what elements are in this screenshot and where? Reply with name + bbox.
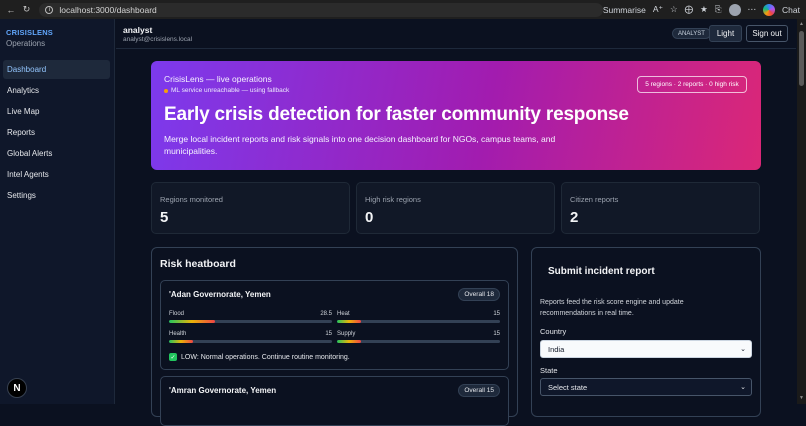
scroll-thumb[interactable] <box>799 31 804 86</box>
region-card[interactable]: 'Adan Governorate, Yemen Overall 18 Floo… <box>160 280 509 370</box>
stat-label: Citizen reports <box>570 195 619 204</box>
user-name: analyst <box>123 25 153 35</box>
metric-bar-fill <box>337 340 362 343</box>
stat-card-citizen-reports: Citizen reports 2 <box>561 182 760 234</box>
hero-summary-badge: 5 regions · 2 reports · 0 high risk <box>637 76 747 93</box>
risk-status-text: LOW: Normal operations. Continue routine… <box>181 353 350 361</box>
top-bar: analyst analyst@crisislens.local ANALYST… <box>116 19 796 49</box>
overall-score-badge: Overall 15 <box>458 384 500 397</box>
profile-avatar[interactable] <box>728 3 741 16</box>
state-select[interactable]: Select state ⌄ <box>540 378 752 396</box>
stat-value: 0 <box>365 209 374 226</box>
brand: CRISISLENS Operations <box>6 28 53 48</box>
back-arrow-icon[interactable]: ← <box>6 5 16 15</box>
scroll-down-icon[interactable]: ▼ <box>799 395 804 401</box>
sidebar-item-analytics[interactable]: Analytics <box>3 81 110 100</box>
country-label: Country <box>540 327 567 336</box>
sidebar-item-settings[interactable]: Settings <box>3 186 110 205</box>
url-text: localhost:3000/dashboard <box>59 4 157 15</box>
summarise-button[interactable]: Summarise <box>603 5 646 15</box>
hero-kicker: CrisisLens — live operations <box>164 74 272 84</box>
country-select-value: India <box>548 344 565 354</box>
sidebar-item-dashboard[interactable]: Dashboard <box>3 60 110 79</box>
metric-value: 15 <box>493 331 500 337</box>
page-scrollbar[interactable]: ▲ ▼ <box>797 19 806 404</box>
form-title: Submit incident report <box>548 266 655 277</box>
region-name: 'Adan Governorate, Yemen <box>169 290 271 299</box>
stat-label: Regions monitored <box>160 195 223 204</box>
hero-title: Early crisis detection for faster commun… <box>164 104 629 125</box>
brand-subtitle: Operations <box>6 39 46 48</box>
region-name: 'Amran Governorate, Yemen <box>169 386 277 395</box>
scroll-up-icon[interactable]: ▲ <box>799 21 804 27</box>
metric-label: Flood <box>169 311 185 317</box>
sidebar-item-global-alerts[interactable]: Global Alerts <box>3 144 110 163</box>
user-email: analyst@crisislens.local <box>123 36 193 43</box>
sidebar-item-intel-agents[interactable]: Intel Agents <box>3 165 110 184</box>
heatboard-title: Risk heatboard <box>160 258 236 270</box>
metric-label: Heat <box>337 311 350 317</box>
theme-toggle-button[interactable]: Light <box>709 25 742 42</box>
metric-value: 28.5 <box>320 311 332 317</box>
chevron-down-icon: ⌄ <box>740 346 746 353</box>
site-info-icon[interactable]: i <box>45 5 54 14</box>
country-select[interactable]: India ⌄ <box>540 340 752 358</box>
read-aloud-icon[interactable]: A⁺ <box>653 4 663 15</box>
sidebar: CRISISLENS Operations Dashboard Analytic… <box>0 19 115 404</box>
sidebar-item-live-map[interactable]: Live Map <box>3 102 110 121</box>
favorites-icon[interactable]: ★ <box>700 4 708 15</box>
metric-label: Supply <box>337 331 356 337</box>
metric-bar-fill <box>169 320 216 323</box>
state-select-value: Select state <box>548 382 588 392</box>
copilot-icon[interactable] <box>763 3 776 16</box>
hero-description: Merge local incident reports and risk si… <box>164 134 556 156</box>
metric-bar-track <box>337 320 500 323</box>
warning-dot-icon <box>164 88 168 93</box>
reload-icon[interactable]: ↻ <box>22 4 32 15</box>
role-badge: ANALYST <box>672 28 711 39</box>
hero-banner: CrisisLens — live operations ML service … <box>151 61 761 170</box>
ml-warning-text: ML service unreachable — using fallback <box>171 87 290 94</box>
stat-card-high-risk-regions: High risk regions 0 <box>356 182 555 234</box>
brand-name: CRISISLENS <box>6 28 54 37</box>
favorite-star-icon[interactable]: ☆ <box>670 4 678 15</box>
chat-label[interactable]: Chat <box>782 5 800 15</box>
metric-label: Health <box>169 331 187 337</box>
risk-heatboard-panel: Risk heatboard 'Adan Governorate, Yemen … <box>151 247 518 426</box>
metric-bar-track <box>337 340 500 343</box>
metric-bar-fill <box>169 340 194 343</box>
metric-bar-fill <box>337 320 362 323</box>
submit-report-panel: Submit incident report Reports feed the … <box>531 247 761 417</box>
metric-bar-track <box>169 340 332 343</box>
metric-value: 15 <box>493 311 500 317</box>
overall-score-badge: Overall 18 <box>458 288 500 301</box>
state-label: State <box>540 366 558 375</box>
chevron-down-icon: ⌄ <box>740 384 746 391</box>
more-icon[interactable]: ⋯ <box>748 4 757 15</box>
browser-toolbar: ← ↻ i localhost:3000/dashboard Summarise… <box>0 0 806 19</box>
ml-service-warning: ML service unreachable — using fallback <box>164 87 289 94</box>
form-description: Reports feed the risk score engine and u… <box>540 299 684 317</box>
sidebar-nav: Dashboard Analytics Live Map Reports Glo… <box>3 60 110 207</box>
collections-icon[interactable]: ⎘ <box>715 4 722 15</box>
address-bar[interactable]: i localhost:3000/dashboard <box>39 2 603 17</box>
stat-value: 5 <box>160 209 169 226</box>
nextjs-dev-badge[interactable]: N <box>7 378 27 398</box>
metric-bar-track <box>169 320 332 323</box>
extensions-icon[interactable]: ⨁ <box>685 4 694 15</box>
metric-value: 15 <box>325 331 332 337</box>
stat-label: High risk regions <box>365 195 421 204</box>
sign-out-button[interactable]: Sign out <box>746 25 788 42</box>
stat-value: 2 <box>570 209 579 226</box>
check-icon: ✓ <box>169 353 177 361</box>
sidebar-item-reports[interactable]: Reports <box>3 123 110 142</box>
risk-status: ✓ LOW: Normal operations. Continue routi… <box>169 353 350 361</box>
stat-card-regions-monitored: Regions monitored 5 <box>151 182 350 234</box>
region-card[interactable]: 'Amran Governorate, Yemen Overall 15 <box>160 376 509 426</box>
